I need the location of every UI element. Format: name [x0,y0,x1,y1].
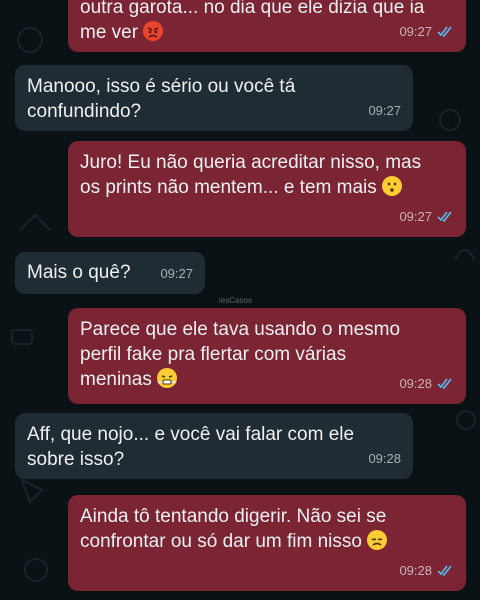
message-text: Manooo, isso é sério ou você tá confundi… [27,76,296,122]
face-with-steam-emoji-icon [156,368,177,388]
message-time: 09:27 [368,103,401,118]
message-meta: 09:27 [160,261,193,286]
double-check-icon [437,565,452,576]
message-time: 09:27 [399,24,432,39]
message-text: Aff, que nojo... e você vai falar com el… [27,424,355,470]
message-bubble-incoming[interactable]: Aff, que nojo... e você vai falar com el… [15,413,413,479]
double-check-icon [437,378,452,389]
message-bubble-incoming[interactable]: Mais o quê? 09:27 [15,252,205,294]
message-time: 09:28 [399,563,432,578]
message-bubble-incoming[interactable]: Manooo, isso é sério ou você tá confundi… [15,65,413,131]
message-text-line: me ver [80,20,454,45]
message-time: 09:27 [399,209,432,224]
hushed-face-emoji-icon [381,176,402,196]
double-check-icon [437,26,452,37]
message-meta: 09:28 [399,558,454,583]
angry-face-emoji-icon [143,21,164,41]
message-meta: 09:27 [368,98,401,123]
message-time: 09:28 [399,376,432,391]
message-time: 09:27 [160,266,193,281]
message-text: Parece que ele tava usando o mesmo perfi… [80,319,401,390]
message-bubble-outgoing[interactable]: Juro! Eu não queria acreditar nisso, mas… [68,141,466,237]
message-time: 09:28 [368,451,401,466]
double-check-icon [437,211,452,222]
message-text: outra garota... no dia que ele dizia que… [80,0,425,18]
message-bubble-outgoing[interactable]: outra garota... no dia que ele dizia que… [68,0,466,52]
disappointed-face-emoji-icon [366,530,387,550]
message-text: Juro! Eu não queria acreditar nisso, mas… [80,152,422,198]
message-bubble-outgoing[interactable]: Ainda tô tentando digerir. Não sei se co… [68,495,466,591]
message-meta: 09:27 [399,19,454,44]
message-bubble-outgoing[interactable]: Parece que ele tava usando o mesmo perfi… [68,308,466,404]
message-meta: 09:28 [368,446,401,471]
message-meta: 09:27 [399,204,454,229]
message-text: Ainda tô tentando digerir. Não sei se co… [80,506,387,552]
message-meta: 09:28 [399,371,454,396]
watermark-text: iesCasos [219,296,252,305]
